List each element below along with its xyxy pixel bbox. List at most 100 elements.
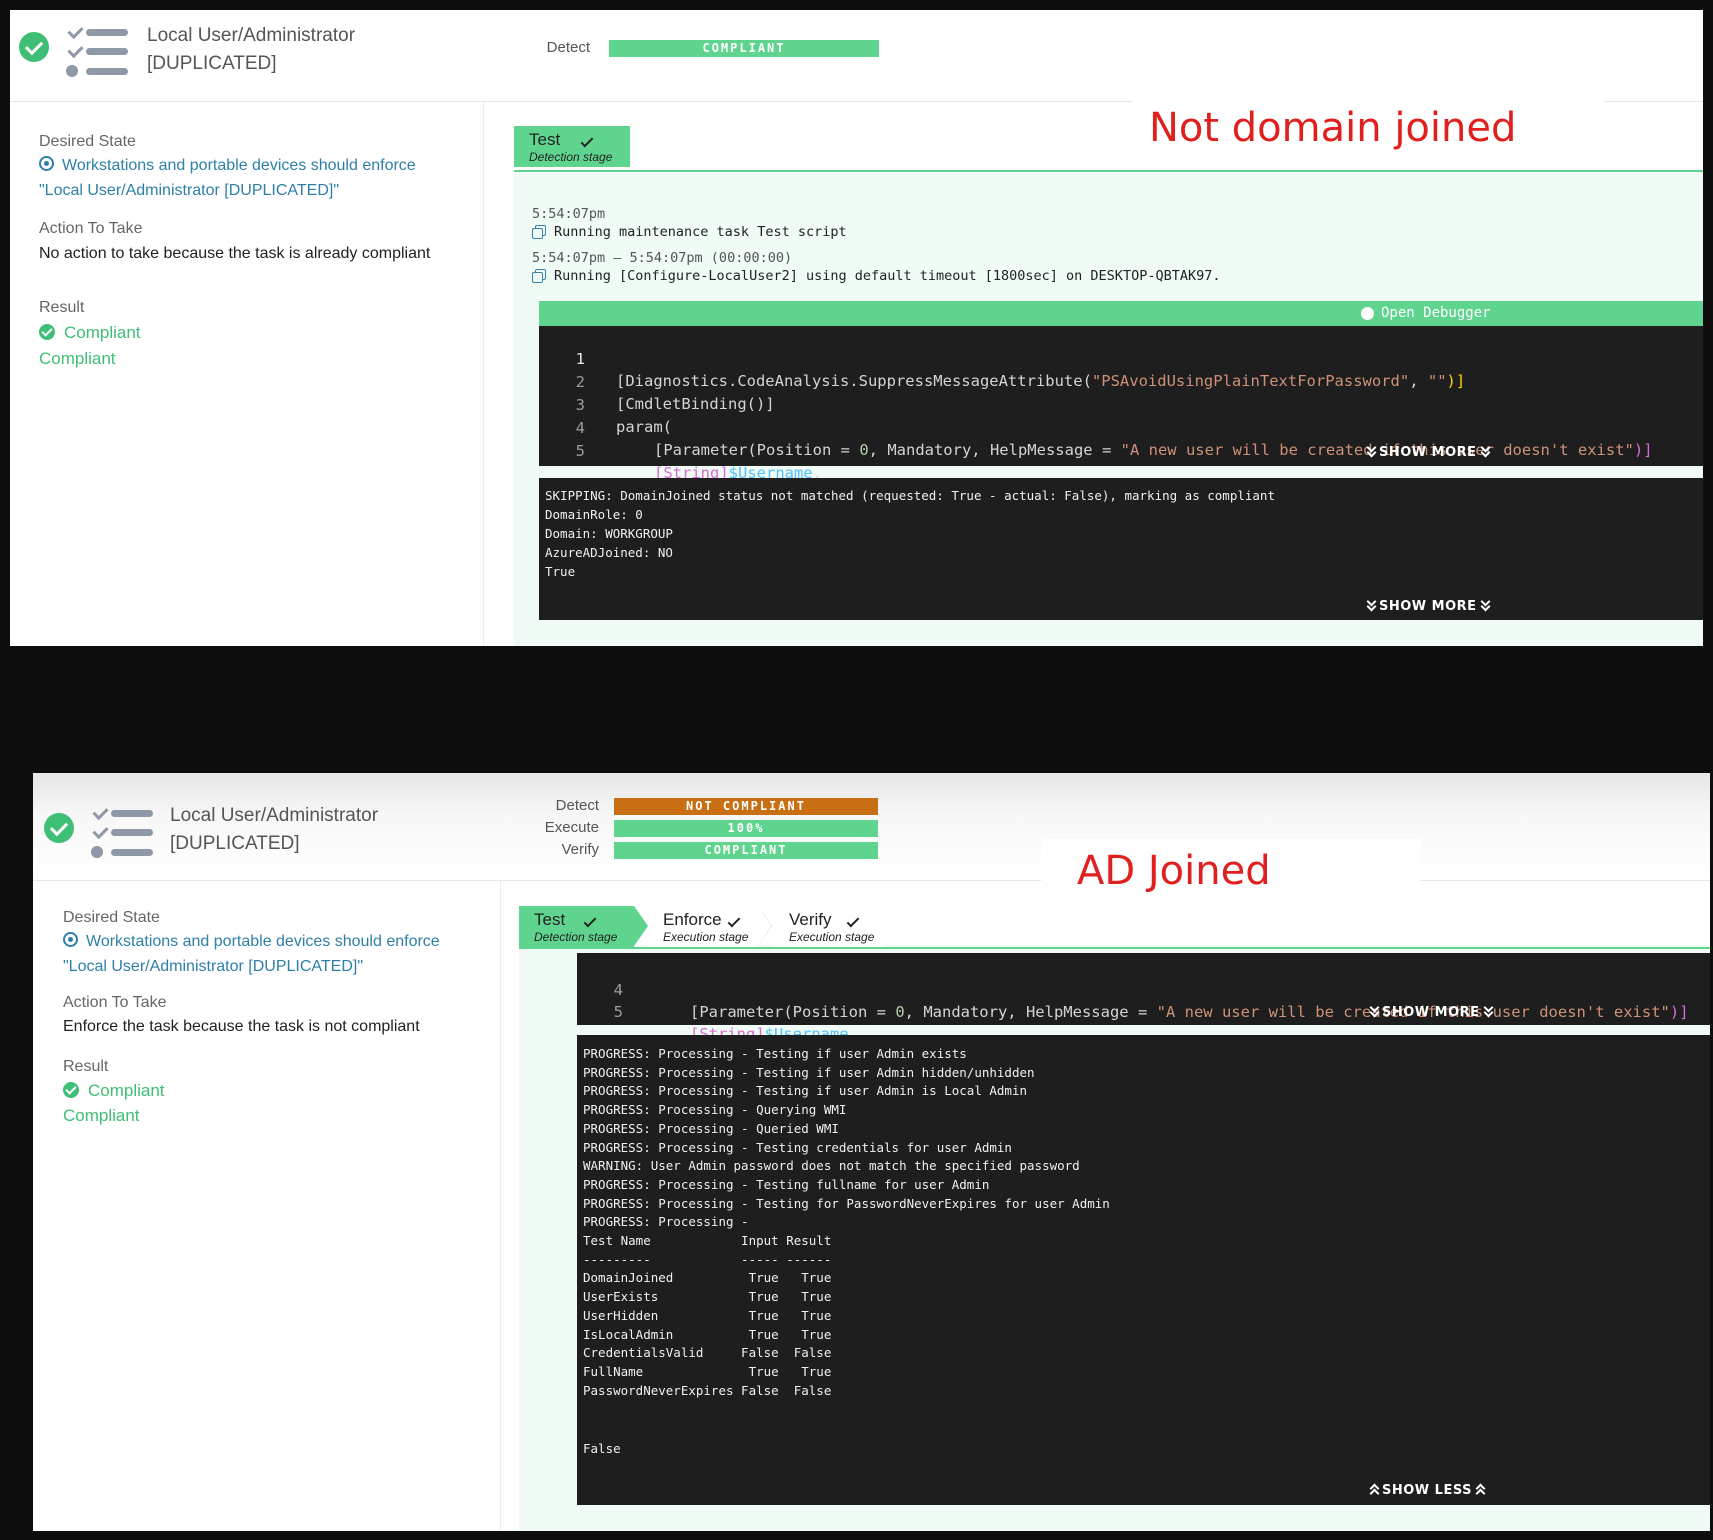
result-value: Compliant	[63, 1081, 165, 1101]
tab-test[interactable]: Test Detection stage	[514, 126, 630, 167]
task-header: Local User/Administrator [DUPLICATED] De…	[10, 10, 1703, 102]
desired-state-link[interactable]: Workstations and portable devices should…	[39, 153, 416, 203]
chevron-down-icon	[1370, 1006, 1378, 1016]
result-value-secondary: Compliant	[63, 1106, 140, 1125]
tab-check-icon	[846, 914, 860, 928]
status-grid: Detect NOT COMPLIANT Execute 100% Verify…	[503, 796, 913, 862]
chevron-up-icon	[1476, 1484, 1484, 1494]
output-line: PROGRESS: Processing - Testing credentia…	[583, 1139, 1012, 1155]
code-line: 3 param(	[575, 396, 672, 436]
desired-state-link[interactable]: Workstations and portable devices should…	[63, 929, 440, 979]
log-time: 5:54:07pm	[532, 206, 606, 222]
code-line: 4 [Parameter(Position = 0, Mandatory, He…	[575, 419, 1653, 459]
output-line: PROGRESS: Processing - Testing if user A…	[583, 1083, 1028, 1099]
task-details: Desired State Workstations and portable …	[10, 102, 484, 646]
bottom-screenshot-panel: Local User/Administrator [DUPLICATED] De…	[33, 773, 1710, 1531]
copy-icon[interactable]	[532, 269, 546, 283]
annotation-not-domain-joined: Not domain joined	[1133, 98, 1604, 158]
output-line: DomainJoined True True	[583, 1270, 832, 1286]
open-debugger-button[interactable]: Open Debugger	[539, 301, 1703, 326]
chevron-down-icon	[1481, 600, 1489, 610]
output-line: PROGRESS: Processing - Querying WMI	[583, 1102, 847, 1118]
action-value: Enforce the task because the task is not…	[63, 1018, 420, 1035]
action-value: No action to take because the task is al…	[39, 245, 431, 262]
result-value-secondary: Compliant	[39, 349, 116, 368]
output-line: True	[545, 564, 576, 579]
show-more-button[interactable]: SHOW MORE	[1366, 1005, 1496, 1020]
output-line: PROGRESS: Processing - Testing fullname …	[583, 1176, 990, 1192]
log-message: Running maintenance task Test script	[532, 224, 847, 240]
chevron-up-icon	[1370, 1484, 1378, 1494]
chevron-down-icon	[1367, 600, 1375, 610]
output-line: False	[583, 1441, 621, 1456]
status-label-detect: Detect	[555, 797, 599, 814]
bug-icon	[1361, 307, 1374, 320]
task-title: Local User/Administrator [DUPLICATED]	[147, 25, 356, 74]
output-line: AzureADJoined: NO	[545, 545, 673, 560]
target-icon	[63, 932, 78, 947]
show-more-button[interactable]: SHOW MORE	[1363, 445, 1493, 460]
output-line: UserExists True True	[583, 1289, 832, 1305]
script-output: SKIPPING: DomainJoined status not matche…	[539, 478, 1703, 620]
output-line: IsLocalAdmin True True	[583, 1326, 832, 1342]
script-code-viewer: Open Debugger 1 [Diagnostics.CodeAnalysi…	[539, 301, 1703, 482]
top-screenshot-panel: Local User/Administrator [DUPLICATED] De…	[10, 10, 1703, 646]
code-line: 5 [String]$Username,	[575, 442, 822, 482]
code-line: 4 [Parameter(Position = 0, Mandatory, He…	[613, 981, 1689, 1021]
task-list-icon	[91, 805, 155, 861]
desired-state-label: Desired State	[63, 909, 160, 926]
output-line: PROGRESS: Processing - Testing if user A…	[583, 1046, 967, 1061]
status-detect-compliant: COMPLIANT	[609, 40, 879, 57]
show-more-button[interactable]: SHOW MORE	[1363, 599, 1493, 614]
compliant-check-icon	[19, 32, 49, 62]
output-line: Test Name Input Result	[583, 1233, 832, 1248]
task-header: Local User/Administrator [DUPLICATED] De…	[33, 773, 1710, 881]
result-label: Result	[63, 1058, 109, 1075]
output-line: PROGRESS: Processing - Queried WMI	[583, 1120, 839, 1136]
compliant-check-icon	[39, 324, 55, 340]
output-line: PROGRESS: Processing - Testing if user A…	[583, 1064, 1035, 1080]
status-label-execute: Execute	[544, 819, 599, 836]
stage-area: Test Detection stage 5:54:07pm Running m…	[504, 102, 1703, 646]
code-line: 2 [CmdletBinding()]	[575, 373, 775, 413]
output-line: WARNING: User Admin password does not ma…	[583, 1158, 1080, 1174]
output-line: --------- ----- ------	[583, 1251, 832, 1267]
tab-verify[interactable]: Verify Execution stage	[774, 906, 884, 947]
output-line: CredentialsValid False False	[583, 1345, 832, 1361]
log-message: Running [Configure-LocalUser2] using def…	[532, 268, 1220, 284]
output-line: Domain: WORKGROUP	[545, 526, 673, 541]
action-label: Action To Take	[39, 220, 143, 237]
chevron-down-icon	[1367, 446, 1375, 456]
result-value: Compliant	[39, 323, 141, 343]
stage-area: Test Detection stage Enforce Execution s…	[519, 881, 1710, 1531]
output-line: PROGRESS: Processing -	[583, 1214, 749, 1230]
code-line: 5 [String]$Username,	[613, 1003, 858, 1043]
tab-check-icon	[727, 914, 741, 928]
status-verify-compliant: COMPLIANT	[614, 842, 878, 859]
tab-test[interactable]: Test Detection stage	[519, 906, 648, 947]
chevron-down-icon	[1481, 446, 1489, 456]
output-line: SKIPPING: DomainJoined status not matche…	[545, 488, 1275, 503]
status-detect-not-compliant: NOT COMPLIANT	[614, 798, 878, 815]
tab-check-icon	[580, 134, 594, 148]
output-line: DomainRole: 0	[545, 507, 643, 522]
annotation-ad-joined: AD Joined	[1041, 839, 1421, 904]
output-line: PasswordNeverExpires False False	[583, 1382, 832, 1398]
output-line: PROGRESS: Processing - Testing for Passw…	[583, 1195, 1110, 1211]
script-code-viewer: 4 [Parameter(Position = 0, Mandatory, He…	[577, 953, 1710, 1043]
task-title: Local User/Administrator [DUPLICATED]	[170, 805, 379, 854]
action-label: Action To Take	[63, 994, 167, 1011]
status-label-detect: Detect	[546, 39, 590, 56]
tab-enforce[interactable]: Enforce Execution stage	[648, 906, 772, 947]
output-line: UserHidden True True	[583, 1307, 832, 1323]
compliant-check-icon	[44, 813, 74, 843]
copy-icon[interactable]	[532, 225, 546, 239]
result-label: Result	[39, 299, 85, 316]
task-details: Desired State Workstations and portable …	[33, 881, 501, 1531]
tab-arrow	[634, 906, 648, 946]
output-line: FullName True True	[583, 1363, 832, 1379]
task-list-icon	[66, 24, 130, 80]
show-less-button[interactable]: SHOW LESS	[1366, 1483, 1488, 1498]
tab-check-icon	[583, 914, 597, 928]
chevron-down-icon	[1484, 1006, 1492, 1016]
